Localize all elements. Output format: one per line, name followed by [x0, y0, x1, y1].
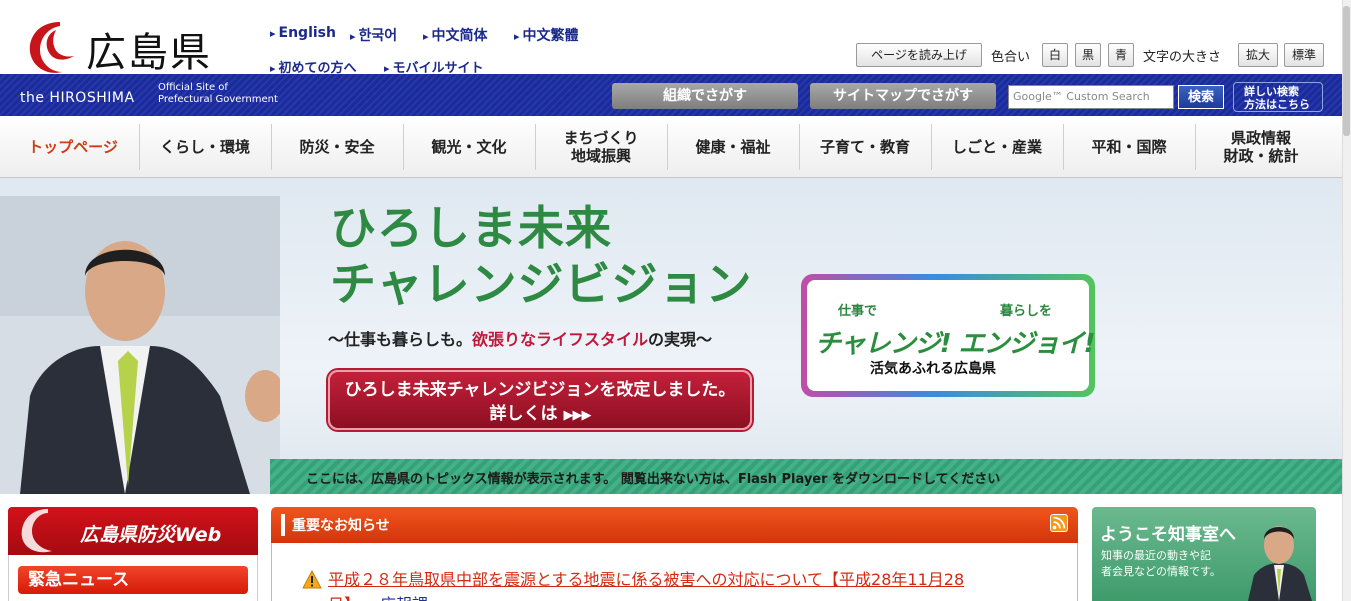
emergency-news-button[interactable]: 緊急ニュース	[18, 566, 248, 594]
rss-icon[interactable]	[1050, 514, 1068, 532]
search-help-line-2: 方法はこちら	[1244, 98, 1310, 111]
official-site-label: Official Site of Prefectural Government	[158, 82, 278, 106]
color-white-button[interactable]: 白	[1042, 43, 1068, 67]
scrollbar-thumb[interactable]	[1343, 6, 1350, 136]
important-notices-header	[271, 507, 1078, 543]
badge-top-right: 暮らしを	[1000, 304, 1053, 319]
vision-subtitle-highlight: 欲張りなライフスタイル	[472, 330, 649, 349]
search-input[interactable]: Google™ Custom Search	[1008, 85, 1174, 109]
vision-subtitle-pre: 〜仕事も暮らしも。	[328, 330, 473, 349]
lang-korean-link[interactable]: 한국어	[350, 25, 398, 45]
search-button[interactable]: 検索	[1178, 85, 1224, 109]
text-standard-button[interactable]: 標準	[1284, 43, 1324, 67]
badge-main-text: チャレンジ! エンジョイ!	[815, 329, 1096, 359]
governor-desc-line-2: 者会見などの情報です。	[1101, 565, 1221, 578]
cta-line-1: ひろしま未来チャレンジビジョンを改定しました。	[344, 380, 736, 400]
earthquake-notice-link-cont[interactable]: 日】	[328, 591, 360, 601]
notice-header-bar	[281, 514, 285, 536]
nav-item-top-page[interactable]: トップページ	[8, 124, 138, 170]
color-black-button[interactable]: 黒	[1075, 43, 1101, 67]
lang-english-link[interactable]: English	[270, 25, 336, 41]
vision-subtitle-post: の実現〜	[648, 330, 713, 349]
official-line-1: Official Site of	[158, 82, 228, 93]
site-english-name: the HIROSHIMA	[20, 90, 135, 106]
cta-line-2: 詳しくは	[489, 404, 558, 424]
nav-item-health-welfare[interactable]: 健康・福祉	[668, 124, 798, 170]
governor-thumb	[1248, 526, 1312, 601]
notice-department-link[interactable]: 広報課	[380, 591, 428, 601]
nav-item-town-development[interactable]: まちづくり 地域振興	[536, 124, 666, 170]
vision-title-line-2: チャレンジビジョン	[330, 257, 753, 311]
lang-simplified-chinese-link[interactable]: 中文简体	[423, 25, 488, 45]
lang-traditional-chinese-link[interactable]: 中文繁體	[514, 25, 579, 45]
nav-item-disaster-safety[interactable]: 防災・安全	[272, 124, 402, 170]
flash-notice-text: ここには、広島県のトピックス情報が表示されます。 閲覧出来ない方は、Flash …	[306, 472, 1001, 487]
text-enlarge-button[interactable]: 拡大	[1238, 43, 1278, 67]
text-size-label: 文字の大きさ	[1143, 50, 1222, 65]
nav-item-living-environment[interactable]: くらし・環境	[140, 124, 270, 170]
disaster-logo-icon	[21, 509, 52, 553]
hiroshima-logo-icon[interactable]	[22, 16, 86, 80]
sitemap-search-button[interactable]: サイトマップでさがす	[810, 83, 996, 109]
advanced-search-help-link[interactable]: 詳しい検索 方法はこちら	[1233, 82, 1323, 112]
official-line-2: Prefectural Government	[158, 94, 278, 105]
governor-desc-line-1: 知事の最近の動きや記	[1101, 549, 1211, 562]
badge-top-left: 仕事で	[838, 304, 878, 319]
nav-item-childcare-education[interactable]: 子育て・教育	[800, 124, 930, 170]
important-notices-title: 重要なお知らせ	[292, 518, 390, 534]
org-search-button[interactable]: 組織でさがす	[612, 83, 798, 109]
governor-office-title[interactable]: ようこそ知事室へ	[1100, 520, 1236, 545]
governor-photo	[0, 196, 280, 494]
governor-office-desc: 知事の最近の動きや記 者会見などの情報です。	[1101, 548, 1221, 580]
nav-item-prefecture-info[interactable]: 県政情報 財政・統計	[1196, 124, 1326, 170]
color-label: 色合い	[991, 50, 1031, 65]
nav-item-peace-international[interactable]: 平和・国際	[1064, 124, 1194, 170]
vision-title: ひろしま未来 チャレンジビジョン	[330, 200, 753, 312]
search-help-line-1: 詳しい検索	[1244, 85, 1299, 98]
triple-arrow-icon: ▶▶▶	[563, 408, 591, 423]
site-logo-text[interactable]: 広島県	[86, 20, 212, 78]
earthquake-notice-link[interactable]: 平成２８年鳥取県中部を震源とする地震に係る被害への対応について【平成28年11月…	[328, 569, 1068, 591]
color-blue-button[interactable]: 青	[1108, 43, 1134, 67]
vision-title-line-1: ひろしま未来	[330, 201, 612, 255]
vision-details-button[interactable]: ひろしま未来チャレンジビジョンを改定しました。 詳しくは ▶▶▶	[328, 370, 752, 430]
warning-icon	[302, 570, 322, 589]
nav-item-work-industry[interactable]: しごと・産業	[932, 124, 1062, 170]
badge-footer-text: 活気あふれる広島県	[870, 361, 996, 377]
vision-subtitle: 〜仕事も暮らしも。欲張りなライフスタイルの実現〜	[328, 326, 712, 350]
nav-item-tourism-culture[interactable]: 観光・文化	[404, 124, 534, 170]
disaster-web-title[interactable]: 広島県防災Web	[80, 520, 221, 547]
read-aloud-button[interactable]: ページを読み上げ	[856, 43, 982, 67]
